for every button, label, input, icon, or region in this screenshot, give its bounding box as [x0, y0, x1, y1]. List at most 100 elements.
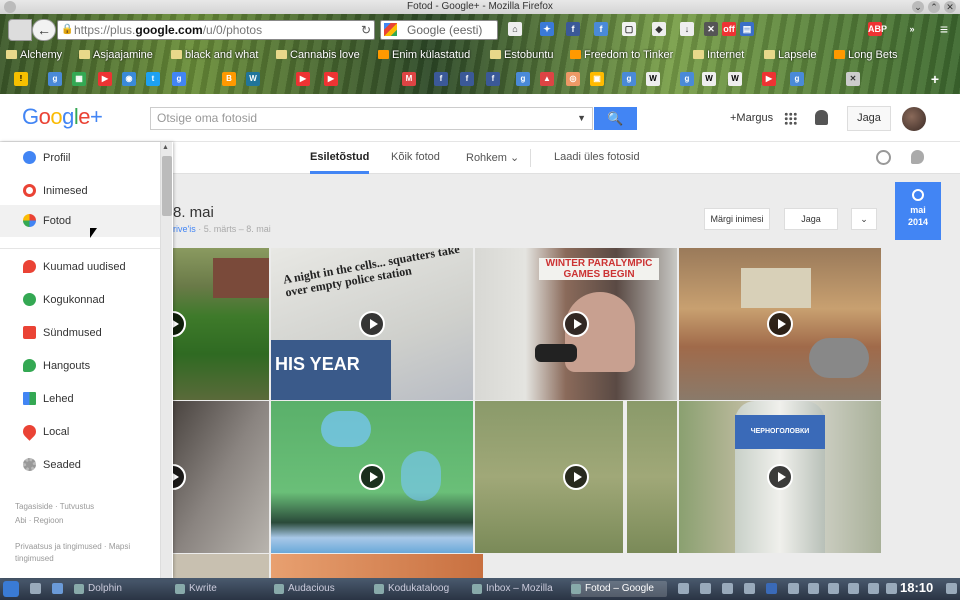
photo-newspaper-squatters[interactable]: A night in the cells... squatters take o… — [271, 248, 473, 400]
google-icon[interactable]: g — [622, 72, 636, 86]
bookmark-freedom-to-tinker[interactable]: Freedom to Tinker — [570, 49, 673, 61]
tab-strip-icon[interactable] — [8, 19, 32, 41]
youtube-icon[interactable]: ▶ — [296, 72, 310, 86]
photo-newspaper-putin[interactable]: WINTER PARALYMPIC GAMES BEGIN — [475, 248, 677, 400]
album-author-link[interactable]: rive'is — [173, 224, 196, 234]
sidebar-item-people[interactable]: Inimesed — [0, 175, 160, 207]
wifi-icon[interactable] — [868, 583, 879, 594]
wikipedia-icon[interactable]: W — [702, 72, 716, 86]
volume-icon[interactable] — [828, 583, 839, 594]
task-kodukataloog[interactable]: Kodukataloog — [374, 581, 466, 597]
show-desktop-icon[interactable] — [946, 583, 957, 594]
wordpress-icon[interactable]: W — [246, 72, 260, 86]
facebook-icon[interactable]: f — [434, 72, 448, 86]
search-dropdown-icon[interactable]: ▼ — [577, 108, 586, 129]
play-icon[interactable] — [767, 311, 793, 337]
play-icon[interactable] — [767, 464, 793, 490]
twitter-icon[interactable]: t — [146, 72, 160, 86]
google-icon[interactable]: g — [680, 72, 694, 86]
network-icon[interactable] — [848, 583, 859, 594]
gplus-logo[interactable]: Google+ — [22, 104, 103, 130]
play-icon[interactable] — [359, 311, 385, 337]
bookmark-long-bets[interactable]: Long Bets — [834, 49, 898, 61]
download-icon[interactable]: ↓ — [680, 22, 694, 36]
klipper-icon[interactable] — [700, 583, 711, 594]
sheets-icon[interactable]: ▦ — [72, 72, 86, 86]
sidebar-item-profile[interactable]: Profiil — [0, 142, 160, 174]
play-icon[interactable] — [563, 311, 589, 337]
facebook-icon[interactable]: f — [460, 72, 474, 86]
terminal-icon[interactable] — [678, 583, 689, 594]
sidebar-scrollbar[interactable]: ▲ — [160, 142, 172, 578]
play-icon[interactable] — [173, 464, 186, 490]
scroll-up-icon[interactable]: ▲ — [162, 144, 169, 151]
facebook-icon[interactable]: f — [594, 22, 608, 36]
skype-icon[interactable] — [766, 583, 777, 594]
scissors-icon[interactable] — [808, 583, 819, 594]
scrollbar-thumb[interactable] — [162, 156, 172, 216]
tag-people-button[interactable]: Märgi inimesi — [704, 208, 770, 230]
addon-icon[interactable]: ✦ — [540, 22, 554, 36]
google-icon[interactable]: g — [790, 72, 804, 86]
sidebar-item-settings[interactable]: Seaded — [0, 449, 160, 481]
share-album-button[interactable]: Jaga — [784, 208, 838, 230]
google-search-engine-icon[interactable] — [384, 23, 397, 36]
facebook-icon[interactable]: f — [566, 22, 580, 36]
tag-icon[interactable]: ◆ — [652, 22, 666, 36]
youtube-icon[interactable]: ▶ — [98, 72, 112, 86]
photo-partial[interactable] — [173, 554, 269, 578]
blogger-icon[interactable]: B — [222, 72, 236, 86]
play-icon[interactable] — [173, 311, 186, 337]
sidebar-footer-links[interactable]: Abi · Regioon — [15, 515, 155, 527]
task-audacious[interactable]: Audacious — [274, 581, 366, 597]
sidebar-footer-legal[interactable]: Privaatsus ja tingimused · Mapsi tingimu… — [15, 541, 155, 565]
bookmark-enim-kulastatud[interactable]: Enim külastatud — [378, 49, 470, 61]
hangouts-icon[interactable] — [911, 150, 924, 164]
close-icon[interactable]: ✕ — [944, 1, 956, 13]
task-dolphin[interactable]: Dolphin — [74, 581, 166, 597]
photo-garden[interactable] — [173, 248, 269, 400]
flag-icon[interactable]: ▤ — [740, 22, 754, 36]
sidebar-item-hangouts[interactable]: Hangouts — [0, 350, 160, 382]
sidebar-item-communities[interactable]: Kogukonnad — [0, 284, 160, 316]
ubuntu-icon[interactable]: ◎ — [566, 72, 580, 86]
window-icon[interactable]: ▢ — [622, 22, 636, 36]
google-icon[interactable]: g — [172, 72, 186, 86]
bookmark-alchemy[interactable]: Alchemy — [6, 49, 62, 61]
photo-partial[interactable] — [271, 554, 483, 578]
clipboard-icon[interactable] — [788, 583, 799, 594]
off-icon[interactable]: off — [722, 22, 736, 36]
minimize-icon[interactable]: ⌄ — [912, 1, 924, 13]
sidebar-item-local[interactable]: Local — [0, 416, 160, 448]
google-icon[interactable]: g — [48, 72, 62, 86]
tab-featured[interactable]: Esiletõstud — [310, 151, 370, 174]
wikipedia-icon[interactable]: W — [728, 72, 742, 86]
browser-icon[interactable]: ◉ — [122, 72, 136, 86]
reload-icon[interactable]: ↻ — [361, 21, 371, 39]
chat-icon[interactable] — [744, 583, 755, 594]
tab-all-photos[interactable]: Kõik fotod — [391, 151, 440, 163]
wikipedia-icon[interactable]: W — [646, 72, 660, 86]
new-tab-icon[interactable]: + — [928, 72, 942, 86]
photo-blur[interactable] — [173, 401, 269, 553]
photo-bottle[interactable]: ЧЕРНОГОЛОВКИ — [679, 401, 881, 553]
tab-more[interactable]: Rohkem ⌄ — [466, 151, 519, 164]
photo-bees[interactable] — [271, 401, 473, 553]
firefox-menu-icon[interactable] — [4, 1, 16, 13]
sidebar-item-whats-hot[interactable]: Kuumad uudised — [0, 251, 160, 283]
url-bar[interactable]: 🔒 https://plus.google.com/u/0/photos ↻ — [57, 20, 375, 40]
task-kwrite[interactable]: Kwrite — [175, 581, 267, 597]
bookmark-lapsele[interactable]: Lapsele — [764, 49, 817, 61]
browser-search-bar[interactable]: Google (eesti) — [380, 20, 498, 40]
facebook-icon[interactable]: f — [486, 72, 500, 86]
taskbar-clock[interactable]: 18:10 — [900, 580, 933, 595]
apps-grid-icon[interactable] — [784, 112, 797, 125]
bookmark-cannabis-love[interactable]: Cannabis love — [276, 49, 360, 61]
yellow-bookmark-icon[interactable]: ▣ — [590, 72, 604, 86]
share-button[interactable]: Jaga — [847, 106, 891, 131]
avatar[interactable] — [902, 107, 926, 131]
red-bookmark-icon[interactable]: ▲ — [540, 72, 554, 86]
photo-search-input[interactable]: Otsige oma fotosid ▼ — [150, 107, 593, 130]
upload-photos-link[interactable]: Laadi üles fotosid — [554, 151, 640, 163]
notifications-bell-icon[interactable] — [815, 110, 828, 125]
